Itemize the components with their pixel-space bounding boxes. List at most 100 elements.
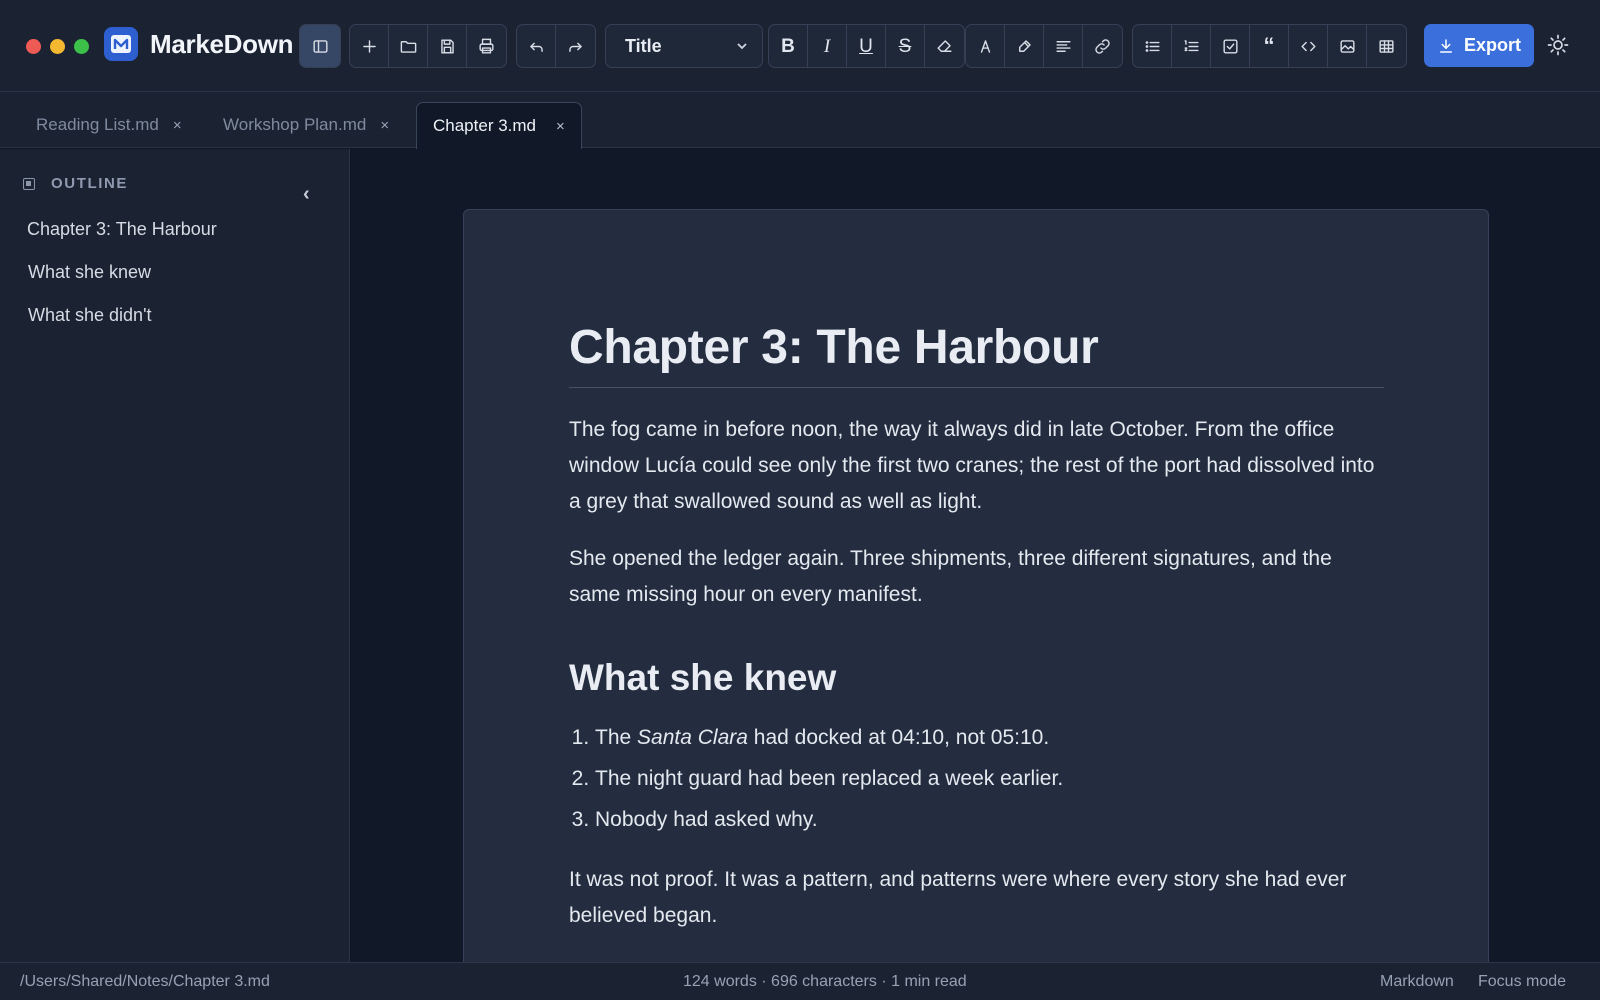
paragraph[interactable]: She opened the ledger again. Three shipm… [569,541,1384,613]
clear-format-button[interactable] [925,25,964,67]
tab-label: Chapter 3.md [433,116,536,135]
heading-style-select[interactable]: Title [605,24,763,68]
outline-icon [23,177,35,190]
outline-heading: OUTLINE [51,175,129,192]
align-button[interactable] [1044,25,1083,67]
sidebar-toggle-button[interactable] [300,25,340,67]
italic-button[interactable]: I [808,25,847,67]
outline-item-what-she-knew[interactable]: What she knew [28,262,151,283]
code-icon [1300,41,1316,51]
style-group [965,24,1123,68]
chevron-down-icon [734,38,750,54]
status-bar: /Users/Shared/Notes/Chapter 3.md 124 wor… [0,962,1600,1000]
highlight-icon [1018,39,1031,52]
tab-label: Reading List.md [36,115,159,134]
bullet-list-button[interactable] [1133,25,1172,67]
tab-close-icon[interactable]: × [380,117,389,134]
outline-header: OUTLINE [23,175,128,192]
image-icon [1339,39,1355,53]
app-logo-icon [104,27,138,61]
paragraph[interactable]: It was not proof. It was a pattern, and … [569,862,1384,934]
document-title[interactable]: Chapter 3: The Harbour [569,320,1384,388]
open-folder-button[interactable] [389,25,428,67]
print-icon [479,38,494,54]
file-group [349,24,507,68]
theme-toggle-button[interactable] [1546,33,1570,57]
sidebar-toggle-group [299,24,341,68]
plus-icon [362,39,376,53]
text-color-button[interactable] [966,25,1005,67]
outline-item-what-she-didnt[interactable]: What she didn't [28,305,152,326]
section-heading[interactable]: What she knew [569,657,1384,699]
save-button[interactable] [428,25,467,67]
document-page[interactable]: Chapter 3: The Harbour The fog came in b… [463,209,1489,962]
insert-group: “ [1132,24,1407,68]
tab-chapter-3[interactable]: Chapter 3.md × [416,102,582,149]
save-icon [440,38,454,54]
tab-close-icon[interactable]: × [173,117,182,134]
bullet-list-icon [1145,40,1160,52]
italic-icon: I [823,35,831,57]
minimize-window-button[interactable] [50,39,65,54]
close-window-button[interactable] [26,39,41,54]
highlight-button[interactable] [1005,25,1044,67]
download-icon [1439,38,1452,53]
list-item[interactable]: Nobody had asked why. [595,799,1384,840]
text-color-icon [980,39,990,53]
image-button[interactable] [1328,25,1367,67]
document-content[interactable]: Chapter 3: The Harbour The fog came in b… [569,320,1384,955]
list-item[interactable]: The night guard had been replaced a week… [595,758,1384,799]
tab-close-icon[interactable]: × [556,118,565,135]
tab-reading-list[interactable]: Reading List.md × [36,102,182,148]
export-button[interactable]: Export [1424,24,1534,67]
numbered-list-button[interactable] [1172,25,1211,67]
bold-button[interactable]: B [769,25,808,67]
link-icon [1095,38,1110,54]
sun-icon [1547,34,1569,56]
quote-button[interactable]: “ [1250,25,1289,67]
quote-icon: “ [1263,33,1275,58]
table-icon [1379,39,1394,53]
bold-icon: B [781,35,795,57]
document-stats: 124 words · 696 characters · 1 min read [683,973,967,990]
collapse-sidebar-icon[interactable]: ‹ [303,183,310,206]
redo-icon [569,42,582,52]
focus-mode-button[interactable]: Focus mode [1478,973,1566,991]
tab-workshop-plan[interactable]: Workshop Plan.md × [223,102,389,148]
underline-button[interactable]: U [847,25,886,67]
link-button[interactable] [1083,25,1122,67]
outline-item-chapter-title[interactable]: Chapter 3: The Harbour [27,219,217,240]
print-button[interactable] [467,25,506,67]
toolbar: MarkeDown Title B I U S “ Export [0,0,1600,92]
numbered-list-icon [1183,39,1199,51]
checkbox-button[interactable] [1211,25,1250,67]
maximize-window-button[interactable] [74,39,89,54]
format-group: B I U S [768,24,965,68]
sidebar-toggle-icon [312,39,328,53]
outline-sidebar: OUTLINE ‹ Chapter 3: The Harbour What sh… [0,149,350,962]
strikethrough-button[interactable]: S [886,25,925,67]
eraser-icon [937,39,952,52]
align-left-icon [1055,40,1071,52]
app-title: MarkeDown [150,29,294,59]
italic-text: Santa Clara [637,726,748,749]
editor-area: Chapter 3: The Harbour The fog came in b… [351,149,1600,962]
list-item[interactable]: The Santa Clara had docked at 04:10, not… [595,717,1384,758]
export-label: Export [1463,35,1521,55]
code-button[interactable] [1289,25,1328,67]
window-controls [26,39,89,54]
paragraph[interactable]: The fog came in before noon, the way it … [569,412,1384,520]
history-group [516,24,596,68]
folder-icon [400,40,416,53]
mode-indicator[interactable]: Markdown [1380,973,1454,991]
redo-button[interactable] [556,25,595,67]
table-button[interactable] [1367,25,1406,67]
heading-style-value: Title [625,35,662,56]
undo-icon [529,42,543,52]
file-path: /Users/Shared/Notes/Chapter 3.md [20,973,270,990]
checkbox-icon [1222,38,1238,54]
numbered-list: The Santa Clara had docked at 04:10, not… [595,717,1384,840]
undo-button[interactable] [517,25,556,67]
new-file-button[interactable] [350,25,389,67]
underline-icon: U [859,35,873,57]
